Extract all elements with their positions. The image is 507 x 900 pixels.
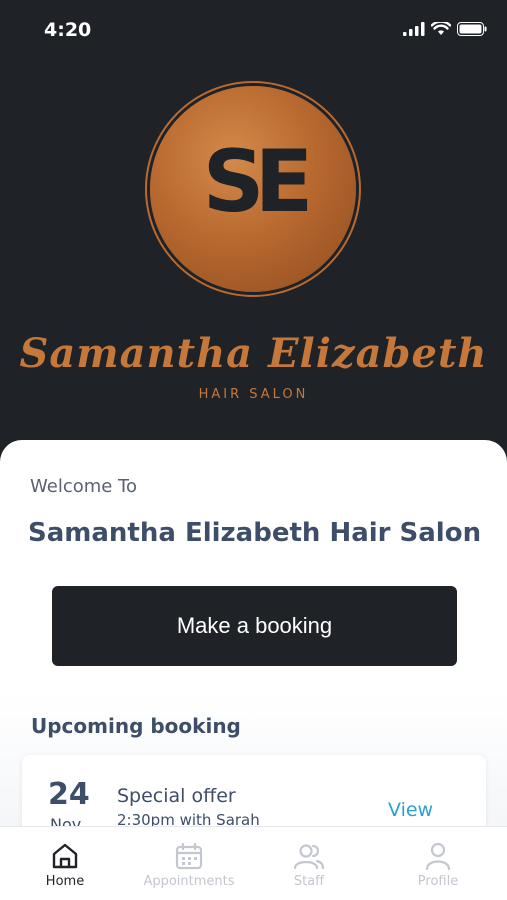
make-booking-button[interactable]: Make a booking (52, 586, 457, 666)
view-booking-link[interactable]: View (388, 799, 433, 821)
hero-header: SE Samantha Elizabeth HAIR SALON (0, 0, 507, 470)
tab-staff[interactable]: Staff (246, 841, 372, 889)
wifi-icon (431, 22, 451, 35)
salon-logo: SE (150, 86, 356, 292)
status-icons (403, 22, 487, 36)
users-icon (293, 844, 325, 870)
tab-appointments-label: Appointments (143, 874, 235, 889)
logo-monogram: SE (202, 132, 314, 232)
welcome-label: Welcome To (30, 476, 138, 497)
tab-home-label: Home (45, 874, 85, 889)
tab-profile[interactable]: Profile (375, 841, 501, 889)
status-bar: 4:20 (0, 0, 507, 60)
signal-icon (403, 22, 425, 36)
tab-staff-label: Staff (293, 874, 325, 889)
status-time: 4:20 (44, 19, 92, 41)
battery-icon (457, 22, 487, 36)
calendar-icon (175, 842, 203, 870)
tab-profile-label: Profile (417, 874, 459, 889)
brand-name: Samantha Elizabeth (19, 330, 488, 377)
booking-title: Special offer (117, 785, 236, 807)
tab-appointments[interactable]: Appointments (126, 841, 252, 889)
tab-home[interactable]: Home (2, 841, 128, 889)
user-icon (425, 842, 451, 871)
booking-day: 24 (48, 777, 90, 812)
bottom-tab-bar: Home Appointments Staff Profile (0, 826, 507, 900)
salon-name-title: Samantha Elizabeth Hair Salon (28, 518, 482, 548)
home-icon (52, 843, 78, 869)
upcoming-booking-heading: Upcoming booking (31, 714, 241, 738)
brand-subtitle: HAIR SALON (198, 387, 309, 402)
